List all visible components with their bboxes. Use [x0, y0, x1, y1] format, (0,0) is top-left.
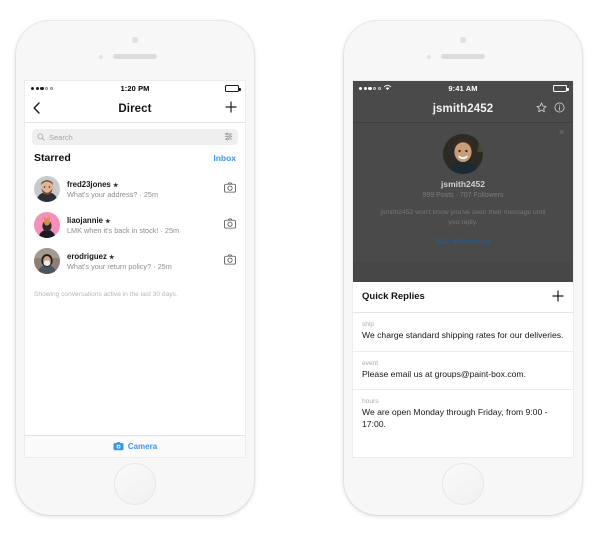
camera-bar-label: Camera — [127, 442, 158, 451]
section-title: Starred — [34, 152, 71, 164]
quick-reply-shortcut: ship — [362, 320, 375, 328]
search-input[interactable]: Search — [32, 129, 238, 145]
quick-reply-item[interactable]: hours We are open Monday through Friday,… — [353, 390, 573, 441]
front-camera — [427, 55, 431, 59]
page-title: Direct — [118, 103, 152, 115]
battery-icon — [553, 85, 569, 92]
quick-replies-header: Quick Replies — [353, 281, 573, 313]
conversation-row[interactable]: liaojannie ★ LMK when it's back in stock… — [25, 207, 245, 243]
status-time: 9:41 AM — [448, 84, 478, 93]
quick-reply-item[interactable]: event Please email us at groups@paint-bo… — [353, 351, 573, 391]
earpiece-speaker — [441, 54, 485, 59]
phone-mockup-left: 1:20 PM Direct Search Starred Inbox fred… — [16, 21, 254, 515]
username-text: liaojannie — [67, 215, 103, 225]
nav-actions — [536, 100, 565, 118]
plus-icon[interactable] — [225, 101, 237, 117]
close-icon[interactable]: ✕ — [558, 129, 565, 137]
search-section: Search — [25, 123, 245, 150]
camera-icon — [113, 438, 124, 456]
conversation-preview: What's your return policy? · 25m — [67, 261, 172, 271]
smiling-man-photo — [443, 134, 483, 174]
username-text: erodriguez — [67, 251, 107, 261]
home-button[interactable] — [442, 463, 484, 505]
avatar — [34, 248, 60, 274]
chevron-left-glyph — [33, 102, 40, 114]
phone-mockup-right: 9:41 AM jsmith2452 ✕ jsmith2452 999 Post… — [344, 21, 582, 515]
left-phone-screen: 1:20 PM Direct Search Starred Inbox fred… — [24, 80, 246, 458]
dimmed-thread-area — [353, 261, 573, 282]
conversation-username: fred23jones ★ — [67, 180, 217, 189]
status-bar: 9:41 AM — [353, 81, 573, 96]
list-footnote: Showing conversations active in the last… — [34, 291, 178, 298]
conversation-row[interactable]: fred23jones ★ What's your address? · 25m — [25, 171, 245, 207]
proximity-sensor — [132, 37, 138, 43]
conversation-preview: What's your address? · 25m — [67, 189, 159, 199]
proximity-sensor — [460, 37, 466, 43]
status-bar: 1:20 PM — [25, 81, 245, 96]
conversation-text: erodriguez ★ What's your return policy? … — [67, 252, 217, 271]
profile-overlay-card: ✕ jsmith2452 999 Posts · 707 Followers j… — [353, 123, 573, 262]
profile-stats: 999 Posts · 707 Followers — [422, 192, 504, 199]
quick-reply-shortcut: event — [362, 359, 379, 367]
phone-top-bezel — [344, 21, 582, 80]
woman-photo — [34, 248, 60, 274]
navigation-bar: Direct — [25, 96, 245, 123]
quick-reply-text: We charge standard shipping rates for ou… — [362, 329, 564, 340]
conversation-list: fred23jones ★ What's your address? · 25m — [25, 171, 245, 279]
starred-badge-icon: ★ — [109, 254, 115, 261]
conversation-text: liaojannie ★ LMK when it's back in stock… — [67, 216, 217, 235]
search-icon — [37, 128, 45, 146]
conversation-username: liaojannie ★ — [67, 216, 217, 225]
profile-username: jsmith2452 — [441, 179, 485, 189]
avatar — [34, 176, 60, 202]
earpiece-speaker — [113, 54, 157, 59]
right-phone-screen: 9:41 AM jsmith2452 ✕ jsmith2452 999 Post… — [352, 80, 574, 458]
screenshot-canvas: 1:20 PM Direct Search Starred Inbox fred… — [0, 0, 600, 536]
conversation-text: fred23jones ★ What's your address? · 25m — [67, 180, 217, 199]
inbox-link[interactable]: Inbox — [213, 153, 236, 163]
starred-badge-icon: ★ — [105, 218, 111, 225]
camera-icon[interactable] — [224, 180, 236, 198]
quick-reply-item[interactable]: ship We charge standard shipping rates f… — [353, 312, 573, 352]
quick-reply-text: Please email us at groups@paint-box.com. — [362, 368, 526, 379]
phone-top-bezel — [16, 21, 254, 80]
camera-bar[interactable]: Camera — [25, 435, 245, 457]
status-battery — [553, 85, 569, 92]
camera-icon[interactable] — [224, 216, 236, 234]
bearded-man-photo — [34, 176, 60, 202]
conversation-preview: LMK when it's back in stock! · 25m — [67, 225, 180, 235]
username-text: fred23jones — [67, 179, 111, 189]
home-button[interactable] — [114, 463, 156, 505]
front-camera — [99, 55, 103, 59]
conversation-username: erodriguez ★ — [67, 252, 217, 261]
navigation-bar: jsmith2452 — [353, 96, 573, 123]
quick-reply-text: We are open Monday through Friday, from … — [362, 407, 548, 430]
plus-icon[interactable] — [552, 290, 564, 304]
info-circle-icon[interactable] — [554, 100, 565, 118]
camera-icon[interactable] — [224, 252, 236, 270]
starred-badge-icon: ★ — [112, 182, 119, 189]
status-battery — [225, 85, 241, 92]
quick-reply-shortcut: hours — [362, 398, 379, 406]
pink-background-photo — [34, 212, 60, 238]
avatar — [443, 134, 483, 174]
search-placeholder: Search — [49, 132, 73, 142]
sliders-icon[interactable] — [224, 128, 233, 146]
star-outline-icon[interactable] — [536, 100, 547, 118]
plus-glyph — [552, 290, 564, 302]
quick-replies-title: Quick Replies — [362, 291, 425, 303]
chevron-left-icon[interactable] — [33, 102, 40, 116]
status-time: 1:20 PM — [120, 84, 150, 93]
profile-note: jsmith2452 won't know you've seen their … — [380, 209, 546, 226]
not-interested-button[interactable]: Not interested — [353, 237, 573, 246]
plus-glyph — [225, 101, 237, 113]
avatar — [34, 212, 60, 238]
conversation-row[interactable]: erodriguez ★ What's your return policy? … — [25, 243, 245, 279]
battery-icon — [225, 85, 241, 92]
starred-section-header: Starred Inbox — [25, 150, 245, 171]
